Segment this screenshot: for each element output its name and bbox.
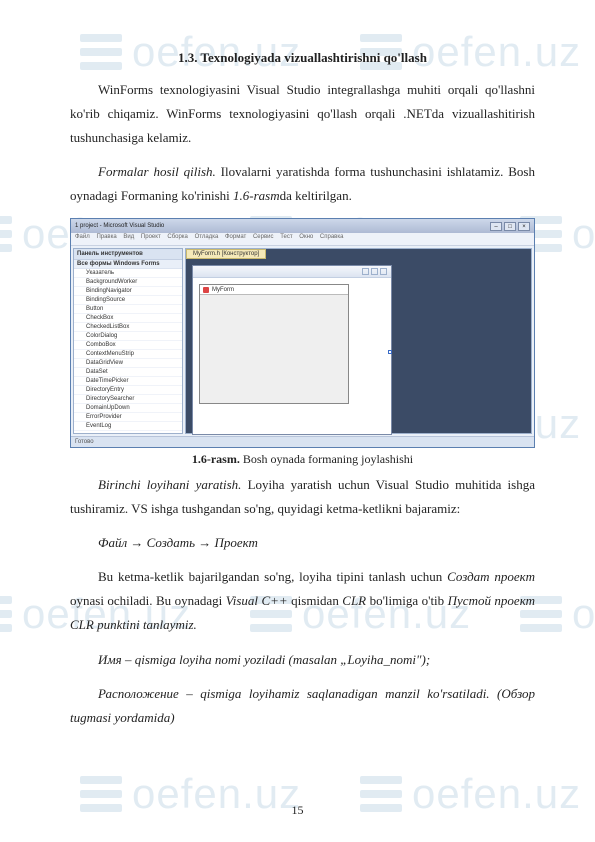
toolbox-item[interactable]: CheckBox (74, 314, 182, 323)
figure-screenshot: 1 project - Microsoft Visual Studio – □ … (70, 218, 535, 448)
close-icon[interactable]: × (518, 222, 530, 231)
menu-item[interactable]: Вид (123, 234, 134, 240)
toolbox-item[interactable]: BackgroundWorker (74, 278, 182, 287)
status-bar: Готово (71, 436, 534, 447)
toolbox-group[interactable]: Все формы Windows Forms (74, 260, 182, 269)
vs-menubar: Файл Правка Вид Проект Сборка Отладка Фо… (71, 233, 534, 246)
toolbox-item[interactable]: DataGridView (74, 359, 182, 368)
page-number: 15 (0, 803, 595, 818)
vs-titlebar: 1 project - Microsoft Visual Studio – □ … (71, 219, 534, 233)
toolbox-item[interactable]: ContextMenuStrip (74, 350, 182, 359)
designer-canvas: MyForm (192, 265, 392, 435)
menu-item[interactable]: Справка (320, 234, 344, 240)
winform-preview[interactable]: MyForm (199, 284, 349, 404)
toolbox-item[interactable]: DirectorySearcher (74, 395, 182, 404)
paragraph-3: Birinchi loyihani yaratish. Loyiha yarat… (70, 473, 535, 521)
menu-item[interactable]: Проект (141, 234, 161, 240)
toolbox-item[interactable]: ErrorProvider (74, 413, 182, 422)
resize-handle[interactable] (388, 350, 392, 354)
minimize-icon[interactable]: – (490, 222, 502, 231)
menu-item[interactable]: Сборка (167, 234, 188, 240)
design-surface: MyForm.h [Конструктор] MyForm (185, 248, 532, 434)
toolbox-item[interactable]: Button (74, 305, 182, 314)
toolbox-header: Панель инструментов (74, 249, 182, 260)
menu-item[interactable]: Формат (225, 234, 246, 240)
toolbox-item[interactable]: DirectoryEntry (74, 386, 182, 395)
toolbox-item[interactable]: EventLog (74, 422, 182, 431)
form-icon (203, 287, 209, 293)
menu-item[interactable]: Окно (299, 234, 313, 240)
toolbox-item[interactable]: DataSet (74, 368, 182, 377)
menu-item[interactable]: Файл (75, 234, 90, 240)
paragraph-6: Расположение – qismiga loyihamiz saqlana… (70, 682, 535, 730)
toolbox-item[interactable]: DomainUpDown (74, 404, 182, 413)
vs-window-title: 1 project - Microsoft Visual Studio (75, 223, 164, 229)
toolbox-item[interactable]: DateTimePicker (74, 377, 182, 386)
paragraph-2: Formalar hosil qilish. Ilovalarni yarati… (70, 160, 535, 208)
toolbox-item[interactable]: Указатель (74, 269, 182, 278)
paragraph-5: Имя – qismiga loyiha nomi yoziladi (masa… (70, 648, 535, 672)
form-title-text: MyForm (212, 287, 234, 293)
menu-item[interactable]: Правка (96, 234, 116, 240)
section-heading: 1.3. Texnologiyada vizuallashtirishni qo… (70, 50, 535, 66)
window-controls: – □ × (490, 222, 530, 231)
maximize-icon[interactable]: □ (504, 222, 516, 231)
menu-item[interactable]: Отладка (195, 234, 219, 240)
toolbox-item[interactable]: ComboBox (74, 341, 182, 350)
menu-item[interactable]: Тест (280, 234, 292, 240)
page-content: 1.3. Texnologiyada vizuallashtirishni qo… (0, 0, 595, 780)
figure-caption: 1.6-rasm. Bosh oynada formaning joylashi… (70, 452, 535, 467)
document-tab[interactable]: MyForm.h [Конструктор] (186, 249, 266, 259)
paragraph-4: Bu ketma-ketlik bajarilgandan so'ng, loy… (70, 565, 535, 637)
menu-item[interactable]: Сервис (253, 234, 274, 240)
toolbox-item[interactable]: ColorDialog (74, 332, 182, 341)
paragraph-1: WinForms texnologiyasini Visual Studio i… (70, 78, 535, 150)
toolbox-panel: Панель инструментов Все формы Windows Fo… (73, 248, 183, 434)
toolbox-item[interactable]: BindingNavigator (74, 287, 182, 296)
toolbox-item[interactable]: CheckedListBox (74, 323, 182, 332)
menu-path: Файл → Создать → Проект (70, 531, 535, 555)
toolbox-item[interactable]: BindingSource (74, 296, 182, 305)
